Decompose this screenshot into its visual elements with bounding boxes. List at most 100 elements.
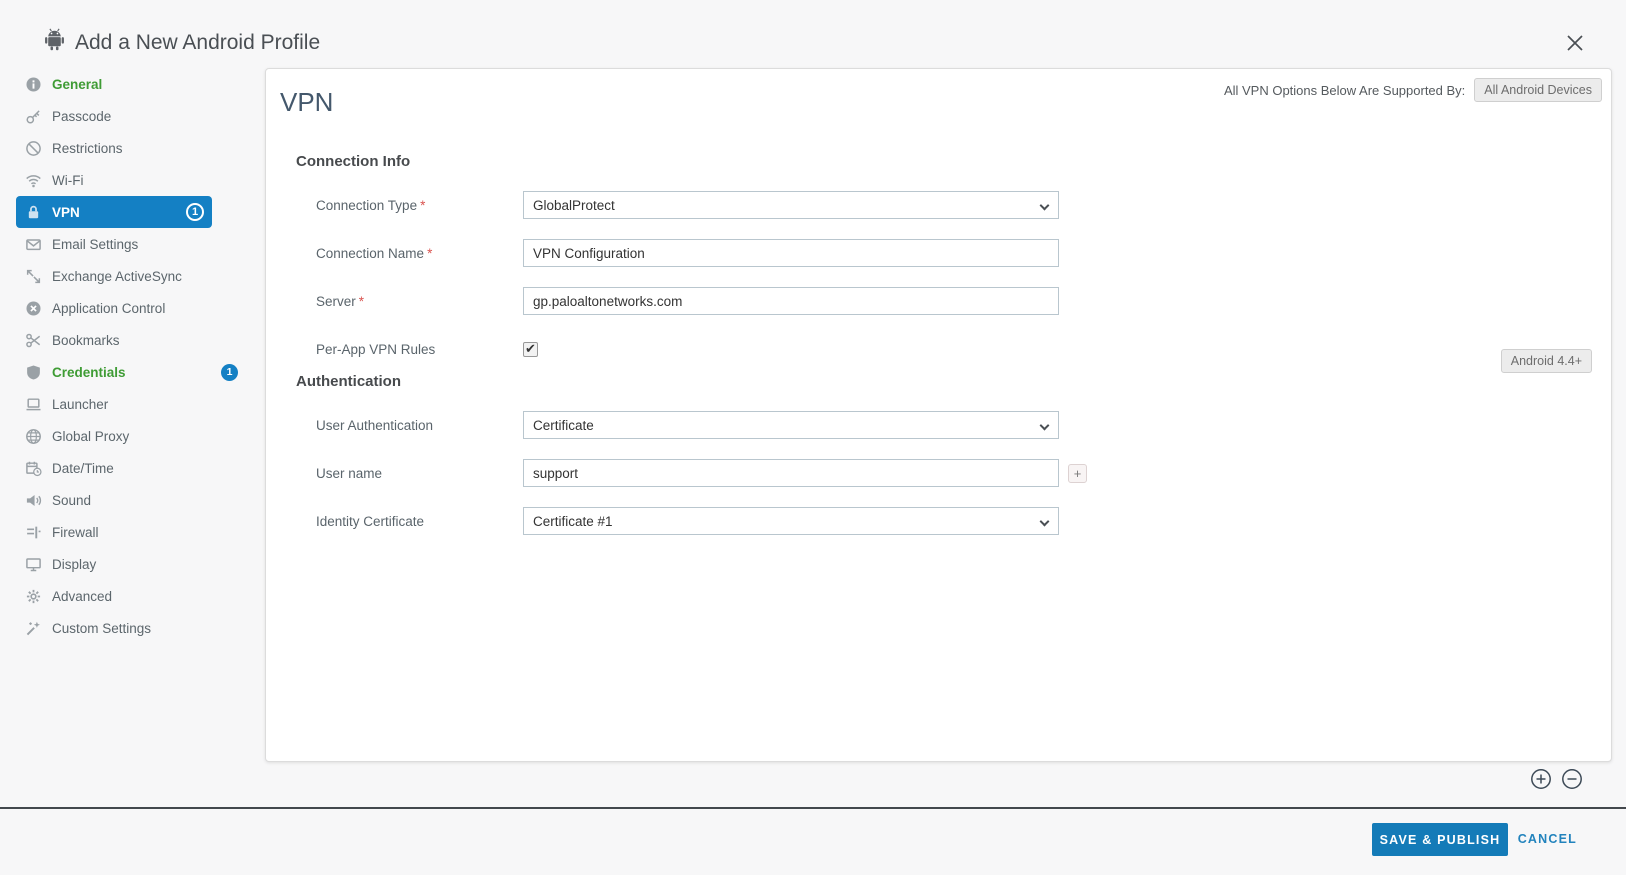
sidebar-item-label: Application Control [52, 301, 238, 316]
required-asterisk: * [427, 246, 432, 261]
sidebar-item-credentials[interactable]: Credentials1 [16, 356, 246, 388]
minus-circle-icon[interactable] [1561, 768, 1583, 795]
plus-circle-icon[interactable] [1530, 768, 1552, 795]
sidebar-item-global-proxy[interactable]: Global Proxy [16, 420, 246, 452]
sidebar-item-display[interactable]: Display [16, 548, 246, 580]
globe-icon [25, 428, 42, 445]
email-icon [25, 236, 42, 253]
restrictions-icon [25, 140, 42, 157]
selected-value: Certificate [533, 418, 594, 433]
sidebar-item-passcode[interactable]: Passcode [16, 100, 246, 132]
lock-icon [25, 204, 42, 221]
connection-name-input[interactable] [523, 239, 1059, 267]
count-badge: 1 [186, 203, 204, 221]
sidebar-item-wi-fi[interactable]: Wi-Fi [16, 164, 246, 196]
supported-by-note: All VPN Options Below Are Supported By: [1224, 83, 1465, 98]
sidebar-item-label: Restrictions [52, 141, 238, 156]
chevron-down-icon [1040, 421, 1050, 431]
profile-sections-sidebar: GeneralPasscodeRestrictionsWi-FiVPN1Emai… [16, 68, 246, 644]
form-row: User Authentication Certificate [266, 401, 1611, 449]
sidebar-item-label: Wi-Fi [52, 173, 238, 188]
dialog-title: Add a New Android Profile [75, 31, 320, 55]
sidebar-item-label: Launcher [52, 397, 238, 412]
form-row: User name + [266, 449, 1611, 497]
selected-value: GlobalProtect [533, 198, 615, 213]
payload-list-controls [1530, 768, 1583, 795]
firewall-icon [25, 524, 42, 541]
cancel-button[interactable]: CANCEL [1518, 832, 1577, 846]
scissors-icon [25, 332, 42, 349]
form-row: Connection Name* [266, 229, 1611, 277]
key-icon [25, 108, 42, 125]
user-authentication-select[interactable]: Certificate [523, 411, 1059, 439]
dialog-header: Add a New Android Profile [44, 28, 320, 57]
sidebar-item-label: Display [52, 557, 238, 572]
section-heading: Connection Info [296, 153, 1611, 175]
sidebar-item-label: Passcode [52, 109, 238, 124]
count-badge: 1 [221, 364, 238, 381]
sidebar-item-launcher[interactable]: Launcher [16, 388, 246, 420]
selected-value: Certificate #1 [533, 514, 613, 529]
sidebar-item-label: Advanced [52, 589, 238, 604]
save-publish-button[interactable]: SAVE & PUBLISH [1372, 823, 1508, 856]
connection-type-select[interactable]: GlobalProtect [523, 191, 1059, 219]
sidebar-item-label: VPN [52, 205, 186, 220]
field-label: User name [266, 466, 523, 481]
vpn-settings-panel: All VPN Options Below Are Supported By: … [265, 68, 1612, 762]
sidebar-item-label: Credentials [52, 365, 221, 380]
sidebar-item-label: Bookmarks [52, 333, 238, 348]
field-label: Connection Type* [266, 198, 523, 213]
chevron-down-icon [1040, 517, 1050, 527]
android-icon [44, 28, 65, 57]
form-row: Connection Type* GlobalProtect [266, 181, 1611, 229]
monitor-icon [25, 556, 42, 573]
vpn-form: Connection Info Connection Type* GlobalPro… [266, 153, 1611, 545]
sidebar-item-bookmarks[interactable]: Bookmarks [16, 324, 246, 356]
supported-by-row: All VPN Options Below Are Supported By: … [1224, 78, 1602, 102]
required-asterisk: * [359, 294, 364, 309]
per-app-vpn-rules-checkbox[interactable]: ✔ [523, 342, 538, 357]
sidebar-item-exchange-activesync[interactable]: Exchange ActiveSync [16, 260, 246, 292]
sidebar-item-advanced[interactable]: Advanced [16, 580, 246, 612]
footer-bar: SAVE & PUBLISH CANCEL [0, 809, 1626, 875]
sidebar-item-custom-settings[interactable]: Custom Settings [16, 612, 246, 644]
exchange-icon [25, 268, 42, 285]
sidebar-item-label: Firewall [52, 525, 238, 540]
sidebar-item-general[interactable]: General [16, 68, 246, 100]
sidebar-item-vpn[interactable]: VPN1 [16, 196, 212, 228]
add-value-button[interactable]: + [1068, 464, 1087, 483]
sidebar-item-label: General [52, 77, 238, 92]
sidebar-item-restrictions[interactable]: Restrictions [16, 132, 246, 164]
field-label: Server* [266, 294, 523, 309]
required-asterisk: * [420, 198, 425, 213]
identity-certificate-select[interactable]: Certificate #1 [523, 507, 1059, 535]
sidebar-item-email-settings[interactable]: Email Settings [16, 228, 246, 260]
wifi-icon [25, 172, 42, 189]
field-label: User Authentication [266, 418, 523, 433]
supported-devices-badge: All Android Devices [1474, 78, 1602, 102]
speaker-icon [25, 492, 42, 509]
form-row: Identity CertificateCertificate #1 [266, 497, 1611, 545]
shield-icon [25, 364, 42, 381]
sidebar-item-date-time[interactable]: Date/Time [16, 452, 246, 484]
chevron-down-icon [1040, 201, 1050, 211]
sidebar-item-label: Sound [52, 493, 238, 508]
sidebar-item-sound[interactable]: Sound [16, 484, 246, 516]
app-control-icon [25, 300, 42, 317]
server-input[interactable] [523, 287, 1059, 315]
launcher-icon [25, 396, 42, 413]
os-requirement-badge: Android 4.4+ [1501, 349, 1592, 373]
sidebar-item-label: Custom Settings [52, 621, 238, 636]
sidebar-item-label: Date/Time [52, 461, 238, 476]
section-heading: Authentication [296, 373, 1611, 395]
form-row: Per-App VPN Rules✔ [266, 325, 1611, 373]
close-icon[interactable] [1564, 32, 1586, 54]
sidebar-item-firewall[interactable]: Firewall [16, 516, 246, 548]
add-android-profile-dialog: Add a New Android Profile General Passcod… [0, 0, 1626, 875]
sidebar-item-label: Global Proxy [52, 429, 238, 444]
field-label: Per-App VPN Rules [266, 342, 523, 357]
wand-icon [25, 620, 42, 637]
sidebar-item-application-control[interactable]: Application Control [16, 292, 246, 324]
user-name-input[interactable] [523, 459, 1059, 487]
sidebar-item-label: Email Settings [52, 237, 238, 252]
